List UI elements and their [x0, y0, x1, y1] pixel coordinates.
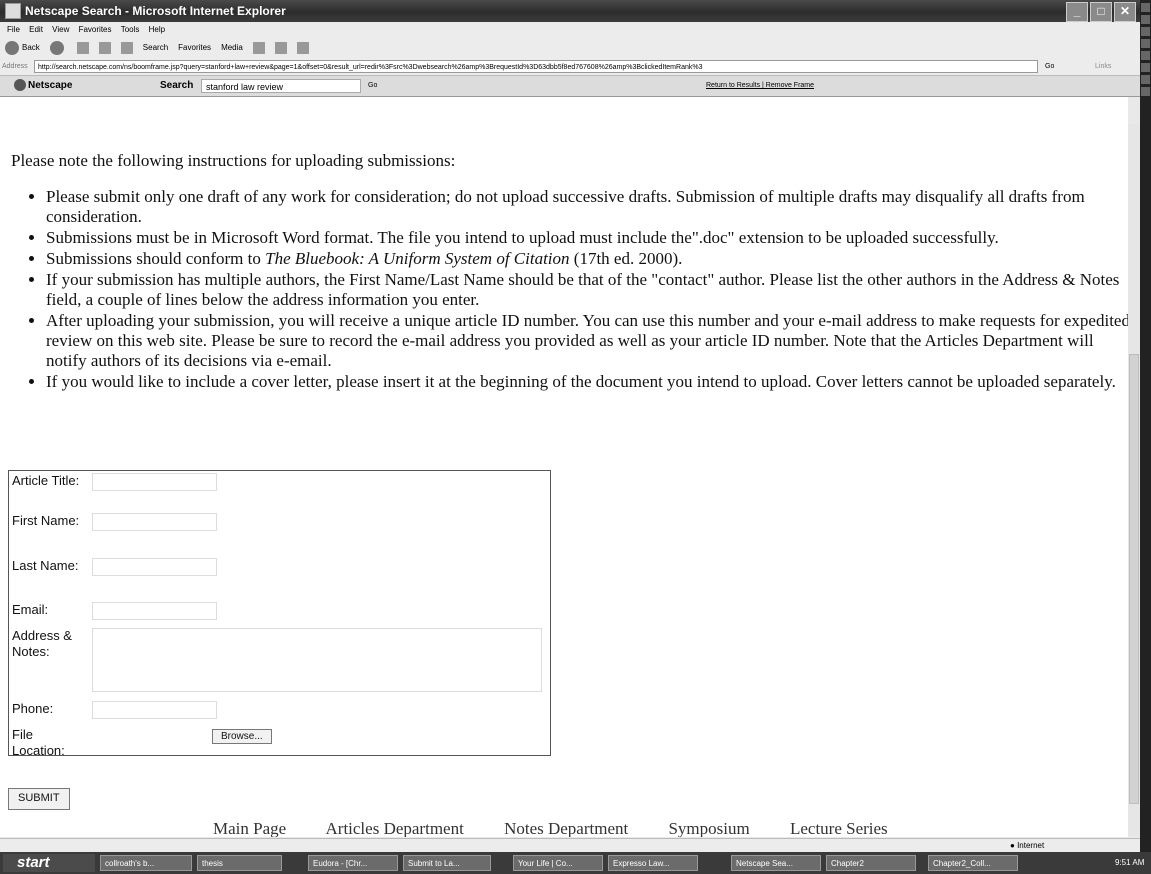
refresh-icon[interactable] — [98, 42, 111, 54]
taskbar-item[interactable]: Chapter2_Coll... — [928, 855, 1018, 871]
submit-button[interactable]: SUBMIT — [8, 788, 70, 810]
internet-zone: ● Internet — [1010, 841, 1045, 850]
taskbar-item[interactable]: Submit to La... — [403, 855, 491, 871]
footer-nav: Main Page Articles Department Notes Depa… — [213, 819, 924, 837]
go-button[interactable]: Go — [1045, 59, 1054, 75]
taskbar-clock: 9:51 AM — [1115, 858, 1145, 867]
links-button[interactable]: Links — [1095, 59, 1111, 75]
taskbar-item[interactable]: Chapter2 — [826, 855, 916, 871]
list-item: If you would like to include a cover let… — [46, 372, 1128, 392]
back-button[interactable]: Back — [5, 37, 40, 59]
list-item: Submissions should conform to The Bluebo… — [46, 249, 1128, 269]
taskbar-item[interactable]: Your Life | Co... — [513, 855, 603, 871]
ns-go-button[interactable]: Go — [368, 76, 377, 96]
address-input[interactable]: http://search.netscape.com/ns/boomframe.… — [34, 60, 1038, 73]
file-location-label: File Location: — [12, 727, 65, 758]
email-field[interactable] — [92, 602, 217, 620]
start-button[interactable]: start — [3, 854, 95, 872]
first-name-label: First Name: — [12, 513, 80, 528]
bluebook-title: The Bluebook: A Uniform System of Citati… — [265, 249, 570, 268]
taskbar-item[interactable]: Expresso Law... — [608, 855, 698, 871]
instructions-list: Please submit only one draft of any work… — [28, 187, 1128, 393]
list-item: Please submit only one draft of any work… — [46, 187, 1128, 227]
taskbar: start collroath's b... thesis Eudora - [… — [0, 852, 1151, 874]
taskbar-item[interactable]: Netscape Sea... — [731, 855, 821, 871]
globe-icon: ● — [1010, 841, 1018, 850]
favorites-button[interactable]: Favorites — [178, 37, 211, 59]
email-label: Email: — [12, 602, 49, 617]
list-item: If your submission has multiple authors,… — [46, 270, 1128, 310]
article-title-label: Article Title: — [12, 473, 80, 488]
forward-arrow-icon[interactable] — [49, 41, 64, 55]
maximize-icon[interactable]: □ — [1090, 2, 1112, 22]
last-name-input[interactable] — [92, 558, 217, 576]
address-label: Address — [2, 63, 28, 70]
stop-icon[interactable] — [76, 42, 89, 54]
media-button[interactable]: Media — [221, 37, 243, 59]
phone-label: Phone: — [12, 701, 54, 716]
footer-link-main-page[interactable]: Main Page — [213, 819, 286, 837]
list-item: Submissions must be in Microsoft Word fo… — [46, 228, 1128, 248]
article-title-input[interactable] — [92, 473, 217, 491]
right-screen-strip — [1140, 0, 1151, 874]
vertical-scrollbar[interactable] — [1128, 124, 1140, 836]
window-title: Netscape Search - Microsoft Internet Exp… — [25, 4, 286, 18]
list-item: After uploading your submission, you wil… — [46, 311, 1128, 371]
search-button[interactable]: Search — [143, 37, 168, 59]
netscape-logo-icon — [14, 79, 26, 92]
menu-bar: File Edit View Favorites Tools Help — [0, 22, 1140, 37]
first-name-input[interactable] — [92, 513, 217, 531]
ns-search-label: Search — [160, 80, 194, 91]
phone-input[interactable] — [92, 701, 217, 719]
ns-search-input[interactable]: stanford law review — [201, 79, 361, 93]
menu-view[interactable]: View — [52, 25, 69, 34]
back-arrow-icon — [5, 40, 19, 55]
ie-icon — [5, 3, 21, 19]
menu-edit[interactable]: Edit — [29, 25, 43, 34]
mail-icon[interactable] — [274, 42, 287, 54]
submission-form: Article Title: First Name: Last Name: Em… — [8, 470, 551, 758]
address-notes-textarea[interactable] — [92, 628, 542, 692]
address-notes-label: Address & Notes: — [12, 628, 72, 659]
page-content: Please note the following instructions f… — [0, 97, 1128, 837]
browse-button[interactable]: Browse... — [212, 729, 272, 744]
taskbar-item[interactable]: Eudora - [Chr... — [308, 855, 398, 871]
taskbar-item[interactable]: thesis — [197, 855, 282, 871]
taskbar-item[interactable]: collroath's b... — [100, 855, 192, 871]
footer-link-lectures[interactable]: Lecture Series — [790, 819, 888, 837]
netscape-logo[interactable]: Netscape — [14, 76, 72, 96]
return-remove-links[interactable]: Return to Results | Remove Frame — [706, 76, 814, 96]
status-bar: ● Internet — [0, 838, 1140, 853]
last-name-label: Last Name: — [12, 558, 79, 573]
close-icon[interactable]: ✕ — [1114, 2, 1136, 22]
minimize-icon[interactable]: _ — [1066, 2, 1088, 22]
print-icon[interactable] — [296, 42, 309, 54]
footer-link-notes[interactable]: Notes Department — [504, 819, 628, 837]
home-icon[interactable] — [120, 42, 133, 54]
menu-help[interactable]: Help — [149, 25, 165, 34]
menu-tools[interactable]: Tools — [121, 25, 140, 34]
footer-link-articles[interactable]: Articles Department — [326, 819, 464, 837]
footer-link-symposium[interactable]: Symposium — [668, 819, 749, 837]
instructions-intro: Please note the following instructions f… — [11, 151, 456, 170]
browser-toolbar: Back Search Favorites Media — [0, 37, 1140, 59]
history-icon[interactable] — [252, 42, 265, 54]
scroll-thumb[interactable] — [1129, 354, 1139, 804]
address-bar: Address http://search.netscape.com/ns/bo… — [0, 59, 1140, 76]
window-titlebar: Netscape Search - Microsoft Internet Exp… — [0, 0, 1140, 22]
menu-file[interactable]: File — [7, 25, 20, 34]
netscape-search-bar: Netscape Search stanford law review Go R… — [0, 76, 1140, 97]
menu-favorites[interactable]: Favorites — [79, 25, 112, 34]
